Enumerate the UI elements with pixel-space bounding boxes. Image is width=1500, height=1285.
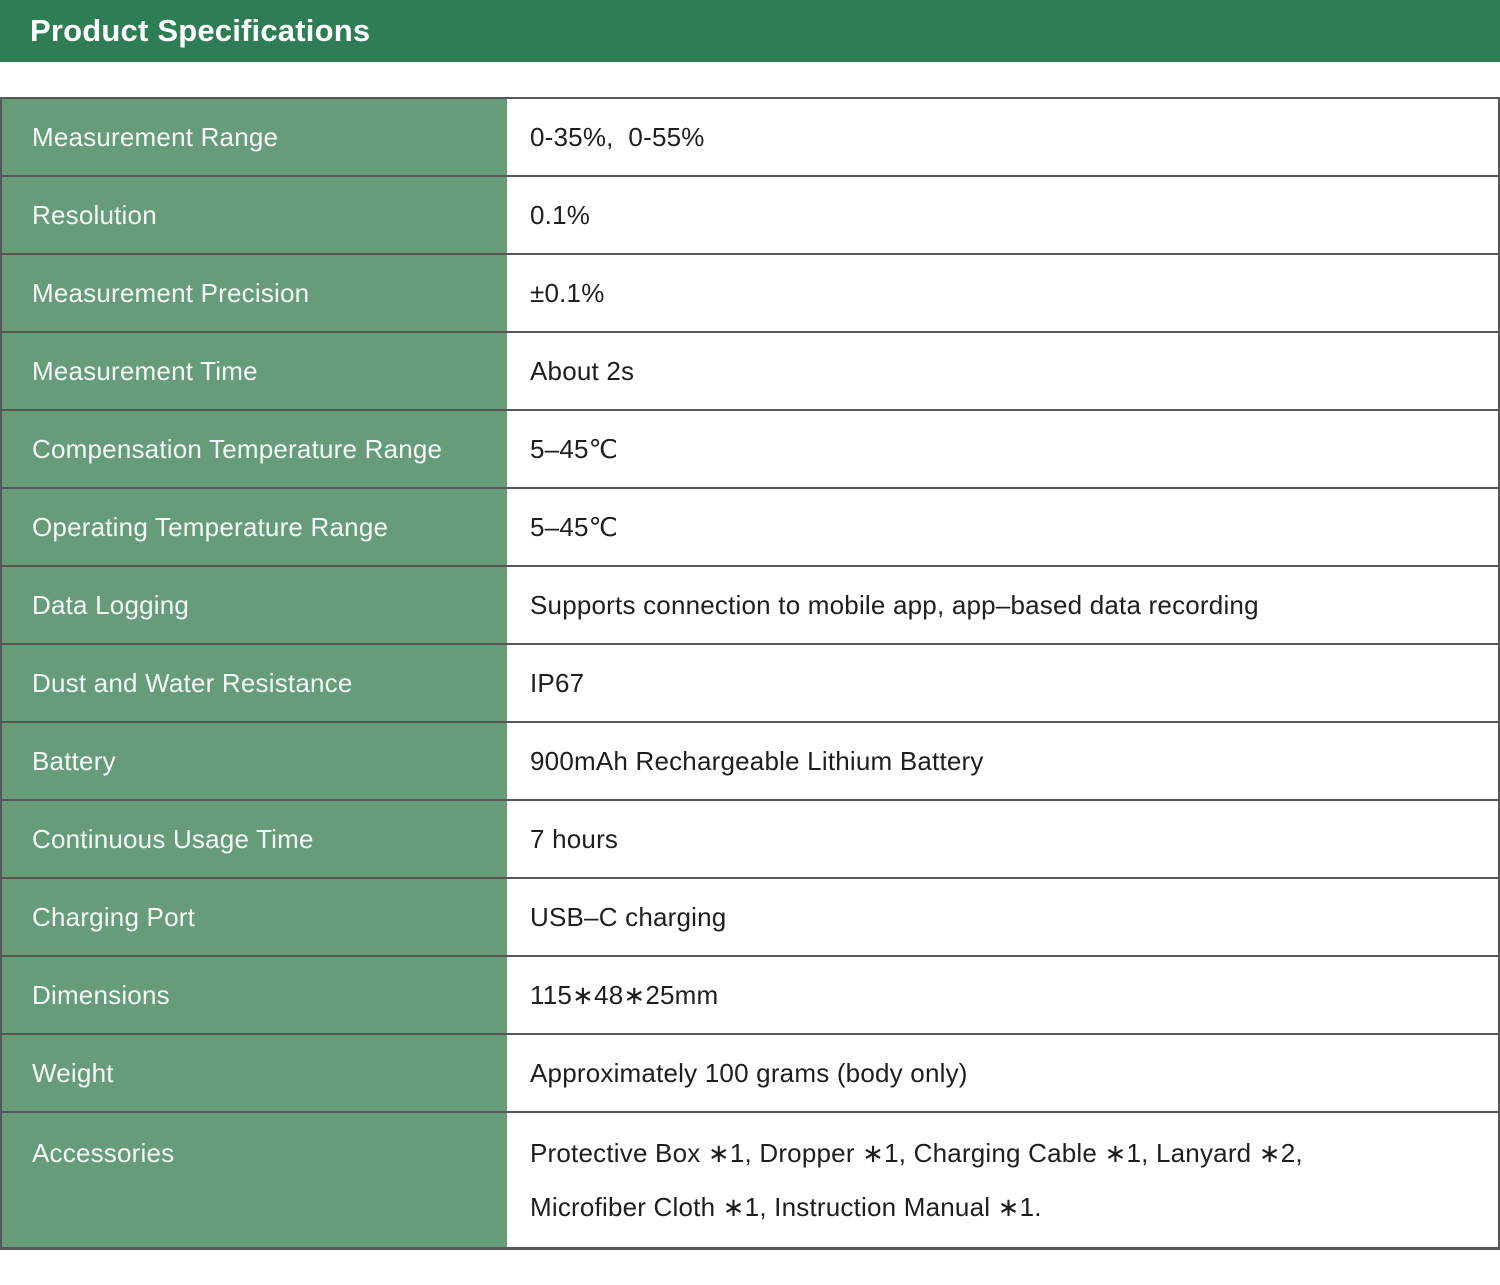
spec-label: Dust and Water Resistance bbox=[2, 645, 507, 721]
spec-value: Protective Box ∗1, Dropper ∗1, Charging … bbox=[507, 1113, 1498, 1247]
spec-value: IP67 bbox=[530, 667, 585, 698]
spec-value: 900mAh Rechargeable Lithium Battery bbox=[530, 745, 984, 776]
spec-label: Measurement Precision bbox=[2, 255, 507, 331]
table-row: Measurement Time About 2s bbox=[2, 333, 1498, 411]
spec-value-line-2: Microfiber Cloth ∗1, Instruction Manual … bbox=[530, 1192, 1042, 1222]
spec-value: Supports connection to mobile app, app–b… bbox=[530, 589, 1259, 620]
table-row: Dimensions 115∗48∗25mm bbox=[2, 957, 1498, 1035]
spec-label: Measurement Range bbox=[2, 99, 507, 175]
table-row: Resolution 0.1% bbox=[2, 177, 1498, 255]
table-row: Operating Temperature Range 5–45℃ bbox=[2, 489, 1498, 567]
spec-table: Measurement Range 0-35%, 0-55% Resolutio… bbox=[0, 97, 1500, 1250]
spec-value: 0.1% bbox=[530, 199, 591, 230]
page-title: Product Specifications bbox=[30, 13, 371, 48]
spec-label: Dimensions bbox=[2, 957, 507, 1033]
spec-value: 0-35%, 0-55% bbox=[530, 121, 705, 152]
spec-value: About 2s bbox=[530, 355, 635, 386]
table-row: Measurement Range 0-35%, 0-55% bbox=[2, 99, 1498, 177]
spec-label: Weight bbox=[2, 1035, 507, 1111]
table-row: Measurement Precision ±0.1% bbox=[2, 255, 1498, 333]
spec-value: Approximately 100 grams (body only) bbox=[530, 1057, 968, 1088]
table-row: Compensation Temperature Range 5–45℃ bbox=[2, 411, 1498, 489]
spec-value: 7 hours bbox=[530, 823, 619, 854]
spec-value: USB–C charging bbox=[530, 901, 727, 932]
spec-label: Data Logging bbox=[2, 567, 507, 643]
spec-label: Measurement Time bbox=[2, 333, 507, 409]
table-row: Charging Port USB–C charging bbox=[2, 879, 1498, 957]
table-row: Dust and Water Resistance IP67 bbox=[2, 645, 1498, 723]
spec-label: Compensation Temperature Range bbox=[2, 411, 507, 487]
spec-label: Resolution bbox=[2, 177, 507, 253]
spec-value: 5–45℃ bbox=[530, 433, 619, 464]
spec-label: Battery bbox=[2, 723, 507, 799]
spec-label: Accessories bbox=[2, 1113, 507, 1247]
spec-value: 115∗48∗25mm bbox=[530, 979, 719, 1010]
table-row: Weight Approximately 100 grams (body onl… bbox=[2, 1035, 1498, 1113]
table-row: Continuous Usage Time 7 hours bbox=[2, 801, 1498, 879]
spec-value-line-1: Protective Box ∗1, Dropper ∗1, Charging … bbox=[530, 1138, 1303, 1168]
table-row: Battery 900mAh Rechargeable Lithium Batt… bbox=[2, 723, 1498, 801]
spec-label: Continuous Usage Time bbox=[2, 801, 507, 877]
table-row: Accessories Protective Box ∗1, Dropper ∗… bbox=[2, 1113, 1498, 1247]
spec-value: 5–45℃ bbox=[530, 511, 619, 542]
table-row: Data Logging Supports connection to mobi… bbox=[2, 567, 1498, 645]
spec-value: ±0.1% bbox=[530, 277, 605, 308]
spec-label: Operating Temperature Range bbox=[2, 489, 507, 565]
spec-label: Charging Port bbox=[2, 879, 507, 955]
title-bar: Product Specifications bbox=[0, 0, 1500, 62]
